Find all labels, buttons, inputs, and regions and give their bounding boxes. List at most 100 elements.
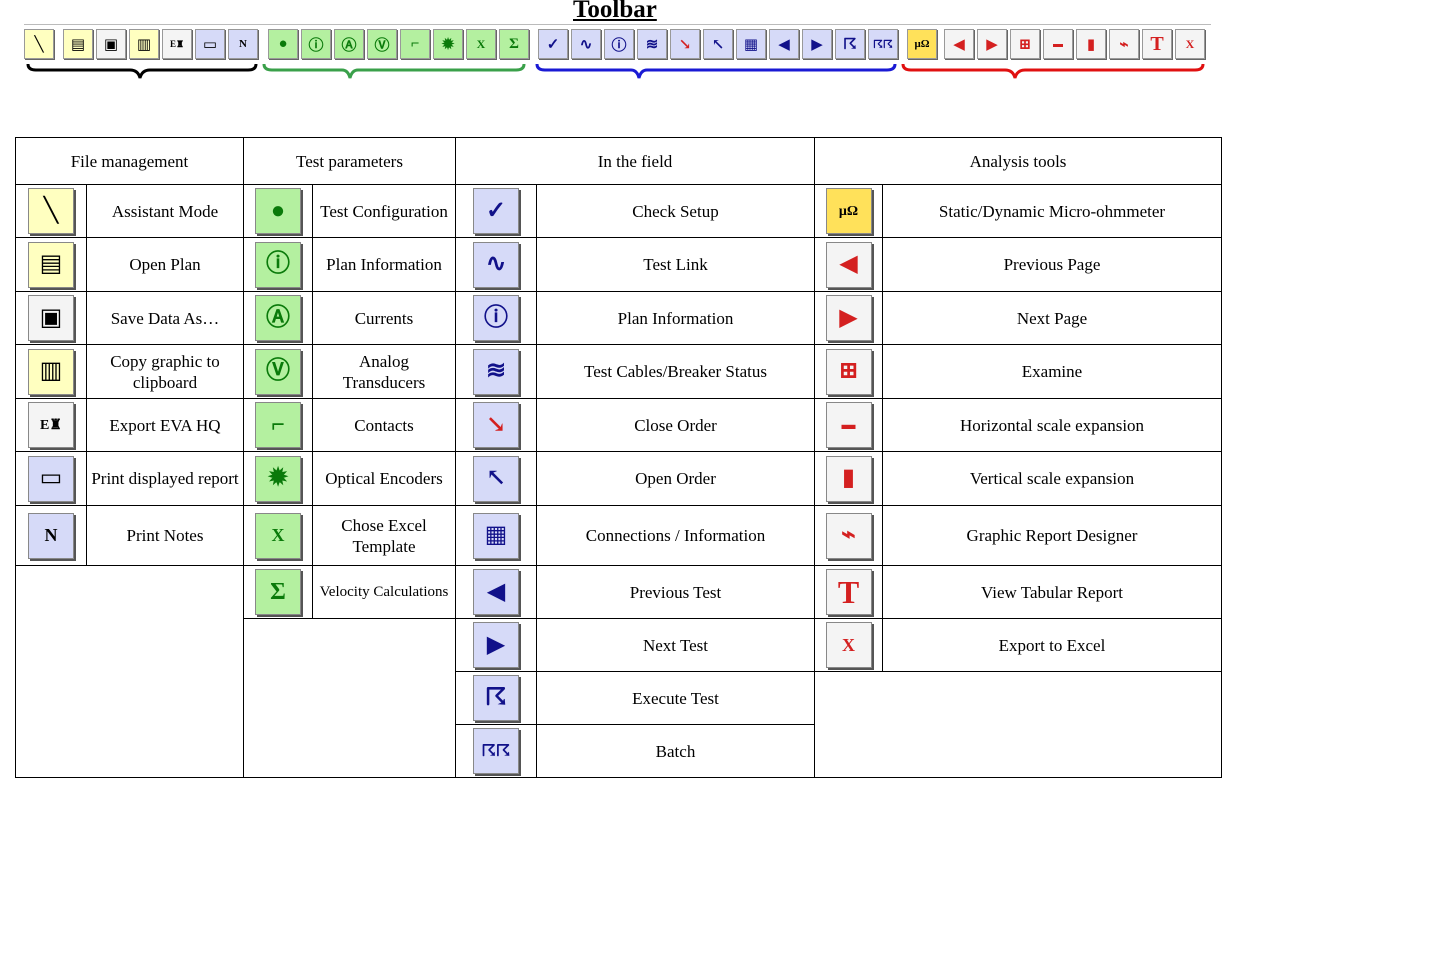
- contacts-icon: ⌐: [255, 402, 301, 448]
- connections-icon[interactable]: ▦: [736, 29, 766, 59]
- field-group-brace: [535, 63, 897, 79]
- list-item: Static/Dynamic Micro-ohmmeter: [882, 184, 1222, 238]
- list-item: Export EVA HQ: [86, 398, 244, 452]
- prev-page-icon[interactable]: ◀: [944, 29, 974, 59]
- prev-page-icon: ◀: [825, 241, 872, 288]
- list-item: Open Order: [536, 451, 815, 506]
- wand-icon[interactable]: ╲: [24, 29, 54, 59]
- list-item: Check Setup: [536, 184, 815, 238]
- report-designer-icon: ⌁: [825, 512, 872, 559]
- gear-icon: ✹: [255, 455, 301, 502]
- header-in-the-field: In the field: [455, 137, 815, 185]
- info-icon[interactable]: ⓘ: [301, 29, 331, 59]
- list-item: Analog Transducers: [312, 344, 456, 399]
- export-excel-icon[interactable]: X: [1175, 29, 1205, 59]
- check-icon[interactable]: ✓: [538, 29, 568, 59]
- file-group-brace: [26, 63, 258, 79]
- v-scale-icon[interactable]: ▮: [1076, 29, 1106, 59]
- v-scale-icon: ▮: [825, 455, 872, 502]
- save-icon: ▣: [28, 295, 74, 341]
- list-item: Test Configuration: [312, 184, 456, 238]
- list-item: Previous Page: [882, 237, 1222, 292]
- list-item: Export to Excel: [882, 618, 1222, 672]
- next-page-icon[interactable]: ▶: [977, 29, 1007, 59]
- open-plan-icon[interactable]: ▤: [63, 29, 93, 59]
- batch-icon: ☈☈: [473, 728, 519, 774]
- export-excel-icon: X: [825, 622, 872, 668]
- list-item: Print displayed report: [86, 451, 244, 506]
- list-item: Open Plan: [86, 237, 244, 292]
- list-item: View Tabular Report: [882, 565, 1222, 619]
- list-item: Chose Excel Template: [312, 505, 456, 566]
- list-item: Next Test: [536, 618, 815, 672]
- open-order-icon[interactable]: ↖: [703, 29, 733, 59]
- gear-icon[interactable]: ✹: [433, 29, 463, 59]
- header-test-parameters: Test parameters: [243, 137, 456, 185]
- eva-icon[interactable]: E♜: [162, 29, 192, 59]
- clipboard-icon[interactable]: ▥: [129, 29, 159, 59]
- ohmmeter-icon[interactable]: μΩ: [907, 29, 937, 59]
- print-icon: ▭: [28, 455, 74, 502]
- clipboard-icon: ▥: [28, 348, 74, 395]
- info-icon: ⓘ: [473, 295, 519, 341]
- list-item: Examine: [882, 344, 1222, 399]
- voltage-icon[interactable]: Ⓥ: [367, 29, 397, 59]
- batch-icon[interactable]: ☈☈: [868, 29, 898, 59]
- list-item: Vertical scale expansion: [882, 451, 1222, 506]
- examine-icon[interactable]: ⊞: [1010, 29, 1040, 59]
- list-item: Execute Test: [536, 671, 815, 725]
- sigma-icon: Σ: [255, 569, 301, 615]
- header-analysis-tools: Analysis tools: [814, 137, 1222, 185]
- voltage-icon: Ⓥ: [255, 348, 301, 395]
- list-item: Assistant Mode: [86, 184, 244, 238]
- list-item: Plan Information: [312, 237, 456, 292]
- next-arrow-icon[interactable]: ▶: [802, 29, 832, 59]
- wand-icon: ╲: [28, 188, 74, 234]
- sigma-icon[interactable]: Σ: [499, 29, 529, 59]
- h-scale-icon[interactable]: ▬: [1043, 29, 1073, 59]
- empty-cell: [15, 565, 244, 778]
- toolbar-legend-table: File management Test parameters In the f…: [15, 137, 1222, 778]
- report-designer-icon[interactable]: ⌁: [1109, 29, 1139, 59]
- run-icon[interactable]: ☈: [835, 29, 865, 59]
- list-item: Copy graphic to clipboard: [86, 344, 244, 399]
- print-notes-icon: N: [28, 512, 74, 559]
- list-item: Velocity Calculations: [312, 565, 456, 619]
- test-config-icon[interactable]: ●: [268, 29, 298, 59]
- cables-icon: ≋: [473, 348, 519, 395]
- analysis-group-brace: [901, 63, 1205, 79]
- list-item: Horizontal scale expansion: [882, 398, 1222, 452]
- close-order-icon: ↘: [473, 402, 519, 448]
- list-item: Save Data As…: [86, 291, 244, 345]
- close-order-icon[interactable]: ↘: [670, 29, 700, 59]
- info-icon[interactable]: ⓘ: [604, 29, 634, 59]
- currents-icon[interactable]: Ⓐ: [334, 29, 364, 59]
- list-item: Batch: [536, 724, 815, 778]
- prev-arrow-icon: ◀: [473, 569, 519, 615]
- print-icon[interactable]: ▭: [195, 29, 225, 59]
- toolbar: ╲ ▤ ▣ ▥ E♜ ▭ N ● ⓘ Ⓐ Ⓥ ⌐ ✹ X Σ ✓ ∿ ⓘ ≋ ↘…: [24, 24, 1211, 61]
- eva-icon: E♜: [28, 402, 74, 448]
- text-t-icon[interactable]: T: [1142, 29, 1172, 59]
- next-arrow-icon: ▶: [473, 622, 519, 668]
- run-icon: ☈: [473, 675, 519, 721]
- list-item: Close Order: [536, 398, 815, 452]
- excel-icon: X: [255, 512, 301, 559]
- print-notes-icon[interactable]: N: [228, 29, 258, 59]
- cables-icon[interactable]: ≋: [637, 29, 667, 59]
- test-group-brace: [262, 63, 526, 79]
- check-icon: ✓: [473, 188, 519, 234]
- list-item: Previous Test: [536, 565, 815, 619]
- link-icon[interactable]: ∿: [571, 29, 601, 59]
- list-item: Plan Information: [536, 291, 815, 345]
- info-icon: ⓘ: [255, 241, 301, 288]
- page-title: Toolbar: [573, 0, 657, 23]
- save-icon[interactable]: ▣: [96, 29, 126, 59]
- list-item: Connections / Information: [536, 505, 815, 566]
- list-item: Optical Encoders: [312, 451, 456, 506]
- list-item: Currents: [312, 291, 456, 345]
- contacts-icon[interactable]: ⌐: [400, 29, 430, 59]
- list-item: Test Link: [536, 237, 815, 292]
- prev-arrow-icon[interactable]: ◀: [769, 29, 799, 59]
- excel-icon[interactable]: X: [466, 29, 496, 59]
